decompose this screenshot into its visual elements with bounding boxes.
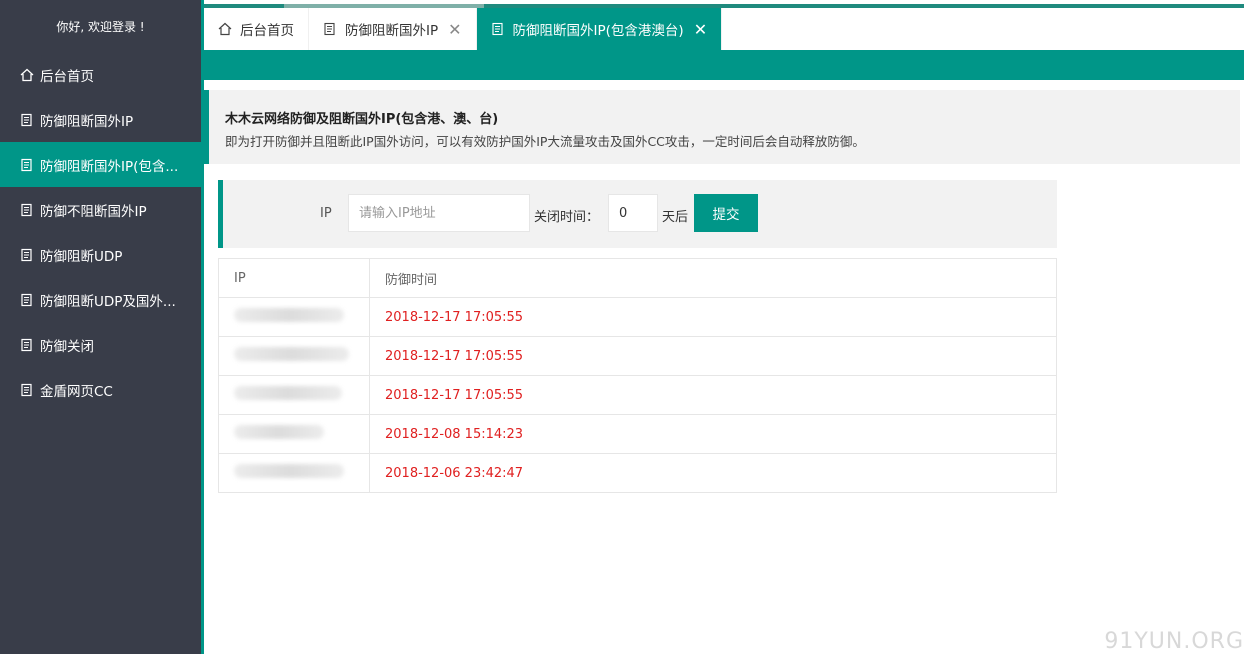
time-cell: 2018-12-17 17:05:55 — [369, 375, 1057, 415]
sidebar: 你好, 欢迎登录 ! 后台首页 防御阻断国外IP 防御阻断国外IP(包含... … — [0, 0, 204, 654]
sidebar-item-block-foreign-ip[interactable]: 防御阻断国外IP — [0, 97, 201, 142]
redacted-ip — [234, 386, 342, 400]
redacted-ip — [234, 308, 344, 322]
sidebar-item-label: 防御不阻断国外IP — [40, 203, 147, 220]
user-greeting: 你好, 欢迎登录 ! — [0, 0, 201, 52]
sidebar-item-defense-off[interactable]: 防御关闭 — [0, 322, 201, 367]
sidebar-item-label: 防御阻断UDP及国外... — [40, 293, 176, 310]
submit-button[interactable]: 提交 — [694, 194, 758, 232]
header-bar — [204, 50, 1244, 80]
ip-form: IP 关闭时间： 天后 提交 — [218, 180, 1057, 248]
notice-box: 木木云网络防御及阻断国外IP(包含港、澳、台) 即为打开防御并且阻断此IP国外访… — [204, 90, 1240, 164]
home-icon — [218, 22, 232, 36]
watermark: 91YUN.ORG — [1104, 629, 1244, 654]
tab-label: 防御阻断国外IP(包含港澳台) — [512, 23, 684, 39]
ip-cell-redacted — [218, 414, 370, 454]
time-cell: 2018-12-17 17:05:55 — [369, 297, 1057, 337]
time-cell: 2018-12-06 23:42:47 — [369, 453, 1057, 493]
sidebar-item-label: 防御阻断国外IP — [40, 113, 134, 130]
tab-home[interactable]: 后台首页 — [204, 8, 309, 50]
table-row: 2018-12-17 17:05:55 — [218, 297, 1057, 337]
close-time-label: 关闭时间： — [534, 210, 600, 225]
sidebar-item-label: 防御阻断UDP — [40, 248, 123, 265]
redacted-ip — [234, 347, 349, 361]
tab-bar: 后台首页 防御阻断国外IP ✕ 防御阻断国外IP(包含港澳台) ✕ — [204, 8, 1242, 50]
document-icon — [20, 383, 34, 397]
days-unit-label: 天后 — [662, 210, 689, 225]
ip-cell-redacted — [218, 297, 370, 337]
column-header-time: 防御时间 — [369, 258, 1057, 298]
tab-label: 后台首页 — [240, 23, 294, 39]
document-icon — [20, 203, 34, 217]
sidebar-item-jindun-cc[interactable]: 金盾网页CC — [0, 367, 201, 412]
tab-block-foreign-ip-hmt[interactable]: 防御阻断国外IP(包含港澳台) ✕ — [476, 8, 723, 50]
document-icon — [491, 22, 505, 36]
document-icon — [20, 293, 34, 307]
document-icon — [20, 248, 34, 262]
sidebar-item-label: 防御阻断国外IP(包含... — [40, 158, 179, 175]
redacted-ip — [234, 425, 324, 439]
sidebar-item-block-foreign-ip-hmt[interactable]: 防御阻断国外IP(包含... — [0, 142, 201, 187]
sidebar-item-home[interactable]: 后台首页 — [0, 52, 201, 97]
document-icon — [20, 158, 34, 172]
table-row: 2018-12-17 17:05:55 — [218, 336, 1057, 376]
time-cell: 2018-12-17 17:05:55 — [369, 336, 1057, 376]
sidebar-item-label: 防御关闭 — [40, 338, 94, 355]
close-icon[interactable]: ✕ — [448, 20, 461, 39]
ip-cell-redacted — [218, 375, 370, 415]
tab-block-foreign-ip[interactable]: 防御阻断国外IP ✕ — [309, 8, 477, 50]
close-icon[interactable]: ✕ — [694, 20, 707, 39]
ip-input[interactable] — [348, 194, 530, 232]
notice-title: 木木云网络防御及阻断国外IP(包含港、澳、台) — [225, 112, 499, 127]
document-icon — [20, 338, 34, 352]
days-input[interactable] — [608, 194, 658, 232]
document-icon — [323, 22, 337, 36]
ip-cell-redacted — [218, 336, 370, 376]
table-header-row: IP 防御时间 — [218, 258, 1057, 298]
sidebar-item-block-udp[interactable]: 防御阻断UDP — [0, 232, 201, 277]
sidebar-menu: 后台首页 防御阻断国外IP 防御阻断国外IP(包含... 防御不阻断国外IP 防… — [0, 52, 201, 412]
defense-table: IP 防御时间 2018-12-17 17:05:55 2018-12-17 1… — [218, 258, 1057, 493]
tab-label: 防御阻断国外IP — [345, 23, 439, 39]
ip-label: IP — [320, 206, 332, 221]
home-icon — [20, 68, 34, 82]
sidebar-item-label: 金盾网页CC — [40, 383, 113, 400]
table-row: 2018-12-08 15:14:23 — [218, 414, 1057, 454]
time-cell: 2018-12-08 15:14:23 — [369, 414, 1057, 454]
table-row: 2018-12-17 17:05:55 — [218, 375, 1057, 415]
sidebar-item-block-udp-foreign[interactable]: 防御阻断UDP及国外... — [0, 277, 201, 322]
ip-cell-redacted — [218, 453, 370, 493]
redacted-ip — [234, 464, 344, 478]
notice-description: 即为打开防御并且阻断此IP国外访问，可以有效防护国外IP大流量攻击及国外CC攻击… — [225, 134, 865, 149]
table-row: 2018-12-06 23:42:47 — [218, 453, 1057, 493]
document-icon — [20, 113, 34, 127]
greeting-text: 你好, 欢迎登录 ! — [56, 19, 145, 34]
column-header-ip: IP — [218, 258, 370, 298]
sidebar-item-defend-no-block[interactable]: 防御不阻断国外IP — [0, 187, 201, 232]
sidebar-item-label: 后台首页 — [40, 68, 94, 85]
